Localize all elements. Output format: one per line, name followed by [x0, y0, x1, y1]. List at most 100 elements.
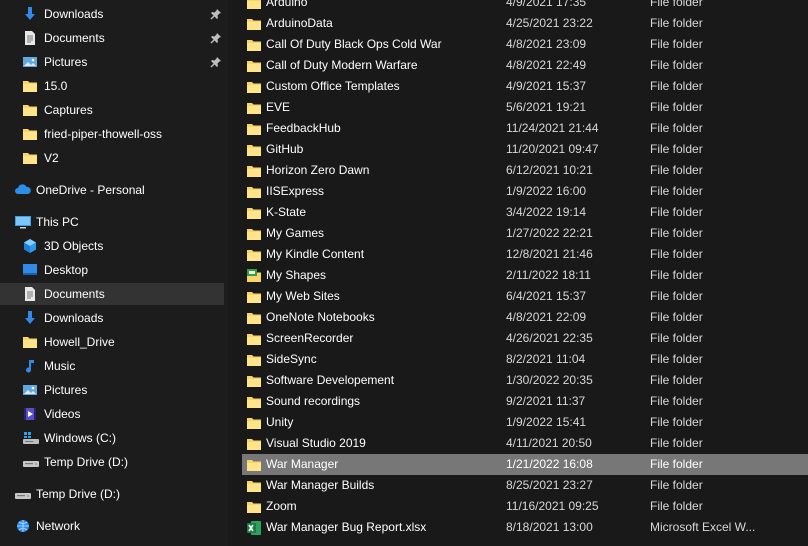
nav-item-label: OneDrive - Personal: [36, 183, 145, 197]
nav-network[interactable]: Network: [0, 515, 224, 537]
file-name: GitHub: [266, 142, 304, 156]
file-row[interactable]: My Web Sites 6/4/2021 15:37 File folder: [228, 286, 808, 307]
folder-icon: [22, 334, 38, 350]
file-row[interactable]: Horizon Zero Dawn 6/12/2021 10:21 File fol…: [228, 160, 808, 181]
file-row[interactable]: My Games 1/27/2022 22:21 File folder: [228, 223, 808, 244]
nav-item-label: 15.0: [44, 79, 68, 93]
file-type: File folder: [650, 37, 703, 51]
file-row[interactable]: War Manager Builds 8/25/2021 23:27 File fo…: [228, 475, 808, 496]
file-row[interactable]: EVE 5/6/2021 19:21 File folder: [228, 97, 808, 118]
this-pc-item-5[interactable]: Music: [0, 355, 224, 377]
file-row[interactable]: ScreenRecorder 4/26/2021 22:35 File folder: [228, 328, 808, 349]
file-row[interactable]: Software Developement 1/30/2022 20:35 File…: [228, 370, 808, 391]
file-name: Sound recordings: [266, 394, 361, 408]
folder-icon: [246, 394, 262, 410]
date-modified: 6/12/2021 10:21: [506, 163, 593, 177]
file-row[interactable]: Custom Office Templates 4/9/2021 15:37 Fil…: [228, 76, 808, 97]
date-modified: 4/25/2021 23:22: [506, 16, 593, 30]
file-name: My Web Sites: [266, 289, 340, 303]
nav-item-label: Documents: [44, 287, 105, 301]
file-name: Unity: [266, 415, 294, 429]
date-modified: 8/18/2021 13:00: [506, 520, 593, 534]
quick-access-item-4[interactable]: Captures: [0, 99, 224, 121]
file-type: File folder: [650, 436, 703, 450]
nav-item-label: This PC: [36, 215, 79, 229]
file-type: Microsoft Excel W...: [650, 520, 756, 534]
file-row[interactable]: Arduino 4/9/2021 17:35 File folder: [228, 0, 808, 13]
pictures-icon: [22, 382, 38, 398]
file-type: File folder: [650, 289, 703, 303]
folder-icon: [22, 126, 38, 142]
date-modified: 8/25/2021 23:27: [506, 478, 593, 492]
folder-icon: [22, 150, 38, 166]
nav-item-label: Temp Drive (D:): [36, 487, 121, 501]
folder-icon: [246, 415, 262, 431]
file-row[interactable]: War Manager Bug Report.xlsx 8/18/2021 13:…: [228, 517, 808, 538]
folder-icon: [246, 184, 262, 200]
file-type: File folder: [650, 184, 703, 198]
file-row[interactable]: Call of Duty Modern Warfare 4/8/2021 22:4…: [228, 55, 808, 76]
this-pc-item-3[interactable]: Downloads: [0, 307, 224, 329]
this-pc-item-7[interactable]: Videos: [0, 403, 224, 425]
this-pc-item-6[interactable]: Pictures: [0, 379, 224, 401]
nav-item-label: Network: [36, 519, 81, 533]
this-pc-item-1[interactable]: Desktop: [0, 259, 224, 281]
date-modified: 3/4/2022 19:14: [506, 205, 587, 219]
file-name: Horizon Zero Dawn: [266, 163, 370, 177]
folder-icon: [246, 205, 262, 221]
nav-item-label: Desktop: [44, 263, 89, 277]
quick-access-item-2[interactable]: Pictures: [0, 51, 224, 73]
date-modified: 11/16/2021 09:25: [506, 499, 599, 513]
quick-access-item-0[interactable]: Downloads: [0, 3, 224, 25]
file-type: File folder: [650, 373, 703, 387]
date-modified: 4/8/2021 22:49: [506, 58, 587, 72]
file-row[interactable]: ArduinoData 4/25/2021 23:22 File folder: [228, 13, 808, 34]
file-type: File folder: [650, 0, 703, 9]
folder-icon: [246, 79, 262, 95]
pin-icon: [210, 56, 222, 68]
quick-access-item-1[interactable]: Documents: [0, 27, 224, 49]
file-type: File folder: [650, 352, 703, 366]
nav-temp-drive[interactable]: Temp Drive (D:): [0, 483, 224, 505]
this-pc-item-0[interactable]: 3D Objects: [0, 235, 224, 257]
this-pc-item-9[interactable]: Temp Drive (D:): [0, 451, 224, 473]
file-row[interactable]: Sound recordings 9/2/2021 11:37 File folde…: [228, 391, 808, 412]
file-name: My Shapes: [266, 268, 327, 282]
file-row[interactable]: Unity 1/9/2022 15:41 File folder: [228, 412, 808, 433]
file-row[interactable]: GitHub 11/20/2021 09:47 File folder: [228, 139, 808, 160]
file-row[interactable]: OneNote Notebooks 4/8/2021 22:09 File fold…: [228, 307, 808, 328]
file-row[interactable]: Visual Studio 2019 4/11/2021 20:50 File fo…: [228, 433, 808, 454]
this-pc-item-4[interactable]: Howell_Drive: [0, 331, 224, 353]
folder-icon: [246, 436, 262, 452]
date-modified: 9/2/2021 11:37: [506, 394, 586, 408]
file-type: File folder: [650, 331, 703, 345]
date-modified: 8/2/2021 11:04: [506, 352, 586, 366]
quick-access-item-3[interactable]: 15.0: [0, 75, 224, 97]
quick-access-item-6[interactable]: V2: [0, 147, 224, 169]
file-name: OneNote Notebooks: [266, 310, 375, 324]
folder-icon: [246, 142, 262, 158]
folder-icon: [246, 310, 262, 326]
this-pc-item-2[interactable]: Documents: [0, 283, 224, 305]
file-row[interactable]: Call Of Duty Black Ops Cold War 4/8/2021 …: [228, 34, 808, 55]
file-row[interactable]: My Shapes 2/11/2022 18:11 File folder: [228, 265, 808, 286]
pin-icon: [210, 32, 222, 44]
nav-this-pc[interactable]: This PC: [0, 211, 224, 233]
file-row[interactable]: SideSync 8/2/2021 11:04 File folder: [228, 349, 808, 370]
file-row[interactable]: IISExpress 1/9/2022 16:00 File folder: [228, 181, 808, 202]
nav-onedrive[interactable]: OneDrive - Personal: [0, 179, 224, 201]
file-row[interactable]: K-State 3/4/2022 19:14 File folder: [228, 202, 808, 223]
file-type: File folder: [650, 415, 703, 429]
date-modified: 4/9/2021 17:35: [506, 0, 587, 9]
file-row[interactable]: War Manager 1/21/2022 16:08 File folder: [242, 454, 808, 475]
file-row[interactable]: Zoom 11/16/2021 09:25 File folder: [228, 496, 808, 517]
quick-access-item-5[interactable]: fried-piper-thowell-oss: [0, 123, 224, 145]
folder-icon: [246, 58, 262, 74]
file-row[interactable]: My Kindle Content 12/8/2021 21:46 File fol…: [228, 244, 808, 265]
nav-item-label: Howell_Drive: [44, 335, 115, 349]
file-row[interactable]: FeedbackHub 11/24/2021 21:44 File folder: [228, 118, 808, 139]
date-modified: 4/9/2021 15:37: [506, 79, 587, 93]
date-modified: 1/21/2022 16:08: [506, 457, 593, 471]
film-icon: [22, 406, 38, 422]
this-pc-item-8[interactable]: Windows (C:): [0, 427, 224, 449]
